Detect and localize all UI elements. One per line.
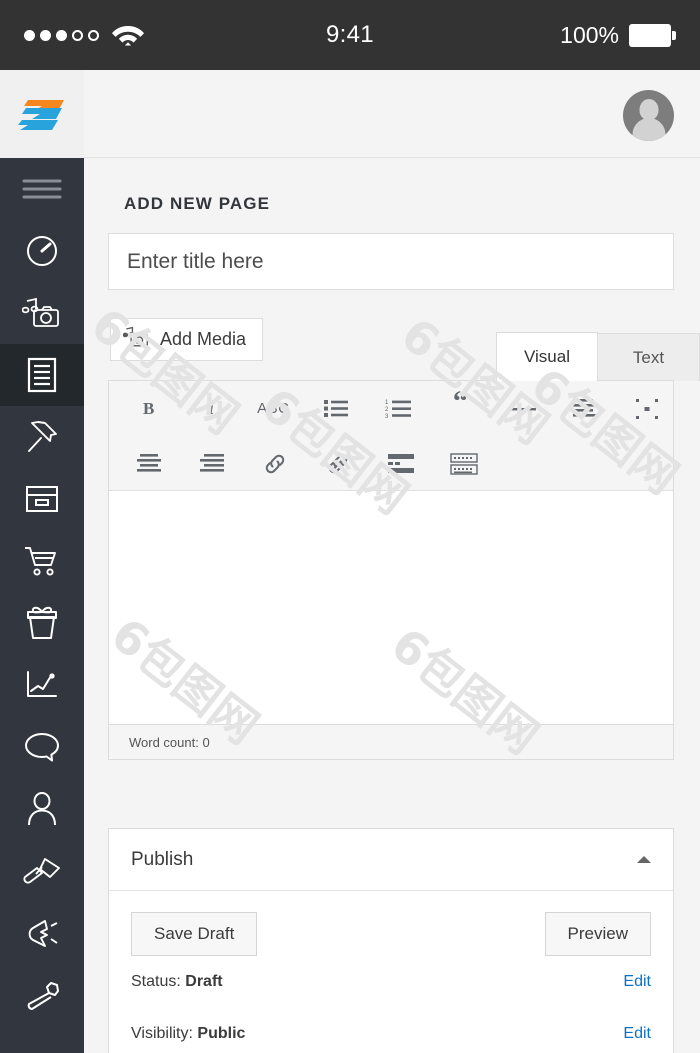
tab-text[interactable]: Text <box>598 333 700 381</box>
publish-visibility-row: Visibility: Public Edit <box>109 1008 673 1053</box>
align-right-icon[interactable] <box>186 442 238 486</box>
chevron-up-icon[interactable] <box>637 856 651 863</box>
sidebar-item-comments[interactable] <box>0 716 84 778</box>
keyboard-shortcuts-icon[interactable] <box>438 442 490 486</box>
preview-button[interactable]: Preview <box>544 912 651 956</box>
add-media-button[interactable]: Add Media <box>110 318 264 361</box>
brand-logo-icon[interactable] <box>0 70 84 158</box>
editor-content-area[interactable] <box>109 491 673 724</box>
toolbar-row-2 <box>109 436 673 491</box>
sidebar-item-menu[interactable] <box>0 158 84 220</box>
status-value: Draft <box>185 973 223 990</box>
publish-panel-title: Publish <box>131 848 194 870</box>
svg-text:3: 3 <box>385 414 389 419</box>
svg-text:2: 2 <box>385 407 389 413</box>
battery-full-icon <box>629 23 676 47</box>
paintbrush-icon <box>23 857 61 885</box>
app-root: 9:41 100% ADD NEW PAGE Enter title here … <box>0 0 700 1053</box>
wifi-icon <box>111 23 145 47</box>
sidebar-item-pages[interactable] <box>0 344 84 406</box>
italic-icon[interactable]: I <box>185 387 236 431</box>
visibility-label: Visibility: <box>131 1025 193 1042</box>
media-music-camera-icon <box>22 297 62 329</box>
sidebar-item-archive[interactable] <box>0 468 84 530</box>
archive-box-icon <box>25 484 59 514</box>
editor-toolbar: B I ABC 1 2 3 “ <box>109 381 673 491</box>
sidebar-item-users[interactable] <box>0 778 84 840</box>
gift-box-icon <box>26 606 58 640</box>
sidebar-item-media[interactable] <box>0 282 84 344</box>
svg-text:1: 1 <box>385 400 389 406</box>
shopping-cart-icon <box>24 545 60 577</box>
wrench-icon <box>24 980 60 1010</box>
status-label: Status: <box>131 973 181 990</box>
sidebar-item-shop[interactable] <box>0 530 84 592</box>
visibility-value: Public <box>197 1025 246 1042</box>
status-right-group: 100% <box>560 22 676 49</box>
insert-link-icon[interactable] <box>249 442 301 486</box>
status-left-group <box>24 23 145 47</box>
bold-icon[interactable]: B <box>123 387 174 431</box>
editor-panel: B I ABC 1 2 3 “ <box>108 380 674 725</box>
signal-strength-icon <box>24 29 99 41</box>
fullscreen-icon[interactable] <box>622 387 673 431</box>
comment-bubble-icon <box>24 732 60 762</box>
main-content: ADD NEW PAGE Add Media Visual Text B <box>84 158 700 1053</box>
strikethrough-icon[interactable]: ABC <box>248 387 299 431</box>
sidebar-item-analytics[interactable] <box>0 654 84 716</box>
sidebar-item-plugins[interactable] <box>0 902 84 964</box>
add-media-label: Add Media <box>160 329 247 349</box>
align-center-icon[interactable] <box>123 442 175 486</box>
sidebar-item-tools[interactable] <box>0 964 84 1026</box>
unlink-icon[interactable] <box>312 442 364 486</box>
horizontal-rule-icon[interactable] <box>497 387 548 431</box>
blockquote-icon[interactable]: “ <box>435 386 486 431</box>
align-left-icon[interactable] <box>559 387 610 431</box>
title-input[interactable] <box>108 233 674 290</box>
app-header <box>0 70 700 158</box>
admin-sidebar <box>0 158 84 1053</box>
toolbar-row-1: B I ABC 1 2 3 “ <box>109 381 673 436</box>
user-profile-icon <box>26 792 58 826</box>
publish-panel: Publish Save Draft Preview Status: Draft… <box>108 828 674 1053</box>
bulleted-list-icon[interactable] <box>310 387 361 431</box>
sidebar-item-dashboard[interactable] <box>0 220 84 282</box>
sidebar-item-posts[interactable] <box>0 406 84 468</box>
tab-visual[interactable]: Visual <box>496 332 598 381</box>
pages-document-icon <box>27 357 57 393</box>
read-more-icon[interactable] <box>375 442 427 486</box>
battery-percent-label: 100% <box>560 21 619 48</box>
dashboard-gauge-icon <box>25 234 59 268</box>
sidebar-item-appearance[interactable] <box>0 840 84 902</box>
mobile-status-bar: 9:41 100% <box>0 0 700 70</box>
sidebar-item-products[interactable] <box>0 592 84 654</box>
visibility-edit-link[interactable]: Edit <box>623 1025 651 1043</box>
pin-icon <box>25 420 59 454</box>
editor-mode-tabs: Visual Text <box>496 332 700 381</box>
publish-panel-header[interactable]: Publish <box>109 829 673 891</box>
numbered-list-icon[interactable]: 1 2 3 <box>372 387 423 431</box>
user-avatar-icon[interactable] <box>623 90 674 141</box>
save-draft-button[interactable]: Save Draft <box>131 912 258 956</box>
word-count-bar: Word count: 0 <box>108 725 674 760</box>
page-title: ADD NEW PAGE <box>124 194 271 213</box>
plug-icon <box>25 917 59 949</box>
status-edit-link[interactable]: Edit <box>623 973 651 991</box>
hamburger-menu-icon <box>22 178 62 200</box>
publish-button-row: Save Draft Preview <box>109 891 673 956</box>
publish-status-row: Status: Draft Edit <box>109 956 673 1008</box>
media-music-camera-icon <box>122 326 150 353</box>
analytics-chart-icon <box>25 670 59 700</box>
